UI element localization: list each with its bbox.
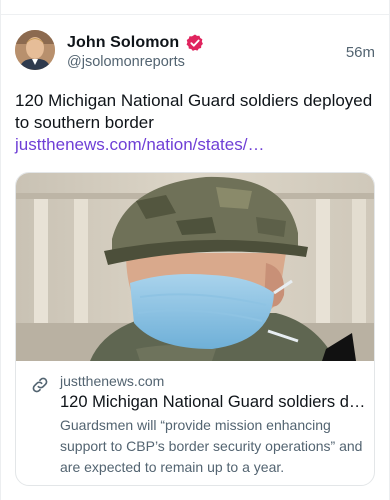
preview-domain: justthenews.com — [60, 373, 165, 389]
author-name[interactable]: John Solomon — [67, 34, 179, 52]
tweet-card[interactable]: John Solomon @jsolomonreports 56m 120 Mi… — [0, 0, 390, 500]
author-row: John Solomon — [67, 32, 205, 54]
avatar-portrait-icon — [15, 30, 55, 70]
avatar[interactable] — [15, 30, 55, 70]
verified-badge-icon — [186, 34, 204, 51]
preview-meta: justthenews.com 120 Michigan National Gu… — [16, 361, 374, 485]
preview-image — [16, 173, 374, 361]
preview-description: Guardsmen will “provide mission enhancin… — [60, 417, 363, 475]
preview-title[interactable]: 120 Michigan National Guard soldiers dep… — [60, 391, 366, 413]
link-icon — [32, 377, 48, 393]
tweet-header: John Solomon @jsolomonreports 56m — [15, 30, 377, 74]
tweet-timestamp[interactable]: 56m — [346, 44, 375, 61]
author-handle[interactable]: @jsolomonreports — [67, 54, 185, 70]
link-preview-card[interactable]: justthenews.com 120 Michigan National Gu… — [15, 172, 375, 486]
tweet-link[interactable]: justthenews.com/nation/states/… — [15, 134, 375, 156]
tweet-text: 120 Michigan National Guard soldiers dep… — [15, 91, 373, 132]
